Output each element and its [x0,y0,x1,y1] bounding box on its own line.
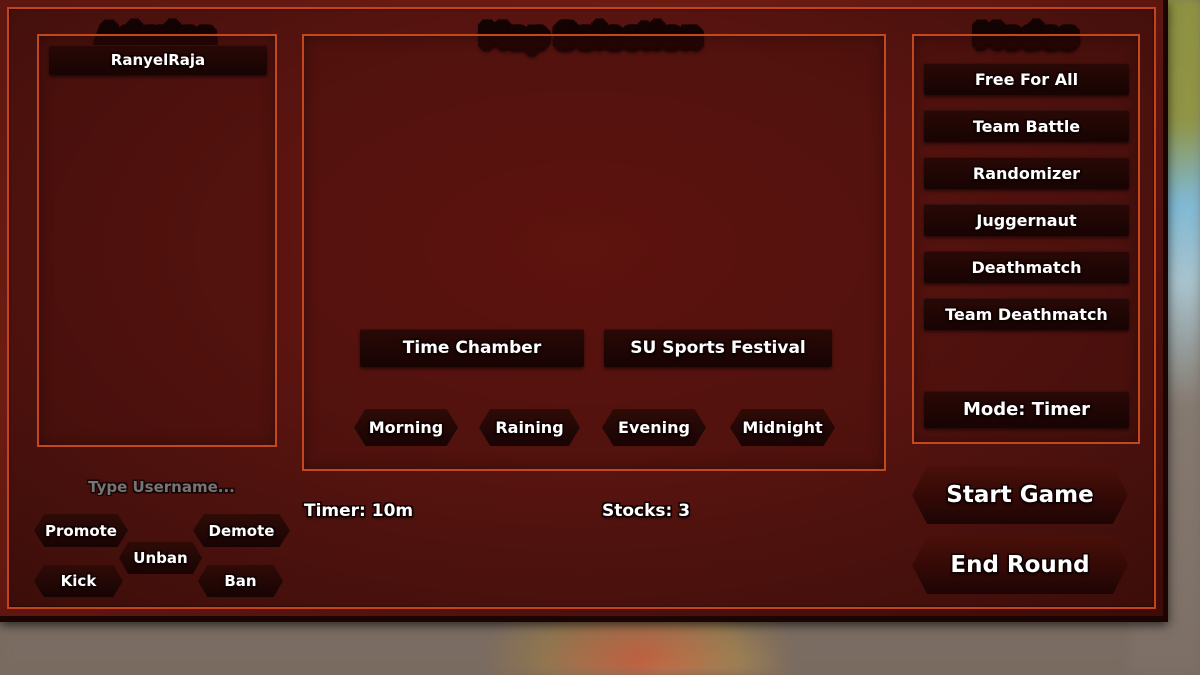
promote-button[interactable]: Promote [34,514,128,547]
mode-button-free-for-all[interactable]: Free For All [924,63,1129,95]
modes-box: Free For All Team Battle Randomizer Jugg… [912,34,1140,444]
mode-button-juggernaut[interactable]: Juggernaut [924,204,1129,236]
mode-button-randomizer[interactable]: Randomizer [924,157,1129,189]
map-button-time-chamber[interactable]: Time Chamber [360,329,584,367]
username-input[interactable] [39,474,284,500]
unban-button[interactable]: Unban [119,542,202,574]
timer-value: Timer: 10m [304,501,414,521]
mode-button-team-deathmatch[interactable]: Team Deathmatch [924,298,1129,330]
time-of-day-evening[interactable]: Evening [602,409,706,446]
time-of-day-raining[interactable]: Raining [479,409,580,446]
demote-button[interactable]: Demote [193,514,290,547]
mode-button-deathmatch[interactable]: Deathmatch [924,251,1129,283]
time-of-day-morning[interactable]: Morning [354,409,458,446]
end-round-button[interactable]: End Round [912,536,1128,594]
ban-button[interactable]: Ban [198,565,283,597]
start-game-button[interactable]: Start Game [912,466,1128,524]
kick-button[interactable]: Kick [34,565,123,597]
mode-button-team-battle[interactable]: Team Battle [924,110,1129,142]
time-of-day-midnight[interactable]: Midnight [730,409,835,446]
map-selection-box: Time Chamber SU Sports Festival Morning … [302,34,886,471]
admin-list-item[interactable]: RanyelRaja [49,45,267,75]
stocks-value: Stocks: 3 [602,501,691,521]
mode-timer-toggle[interactable]: Mode: Timer [924,391,1129,428]
map-button-su-sports-festival[interactable]: SU Sports Festival [604,329,832,367]
admin-panel-window: Admins RanyelRaja Promote Demote Unban K… [0,0,1168,622]
admins-list-box: RanyelRaja [37,34,277,447]
panel-inner-surface: Admins RanyelRaja Promote Demote Unban K… [7,7,1156,609]
